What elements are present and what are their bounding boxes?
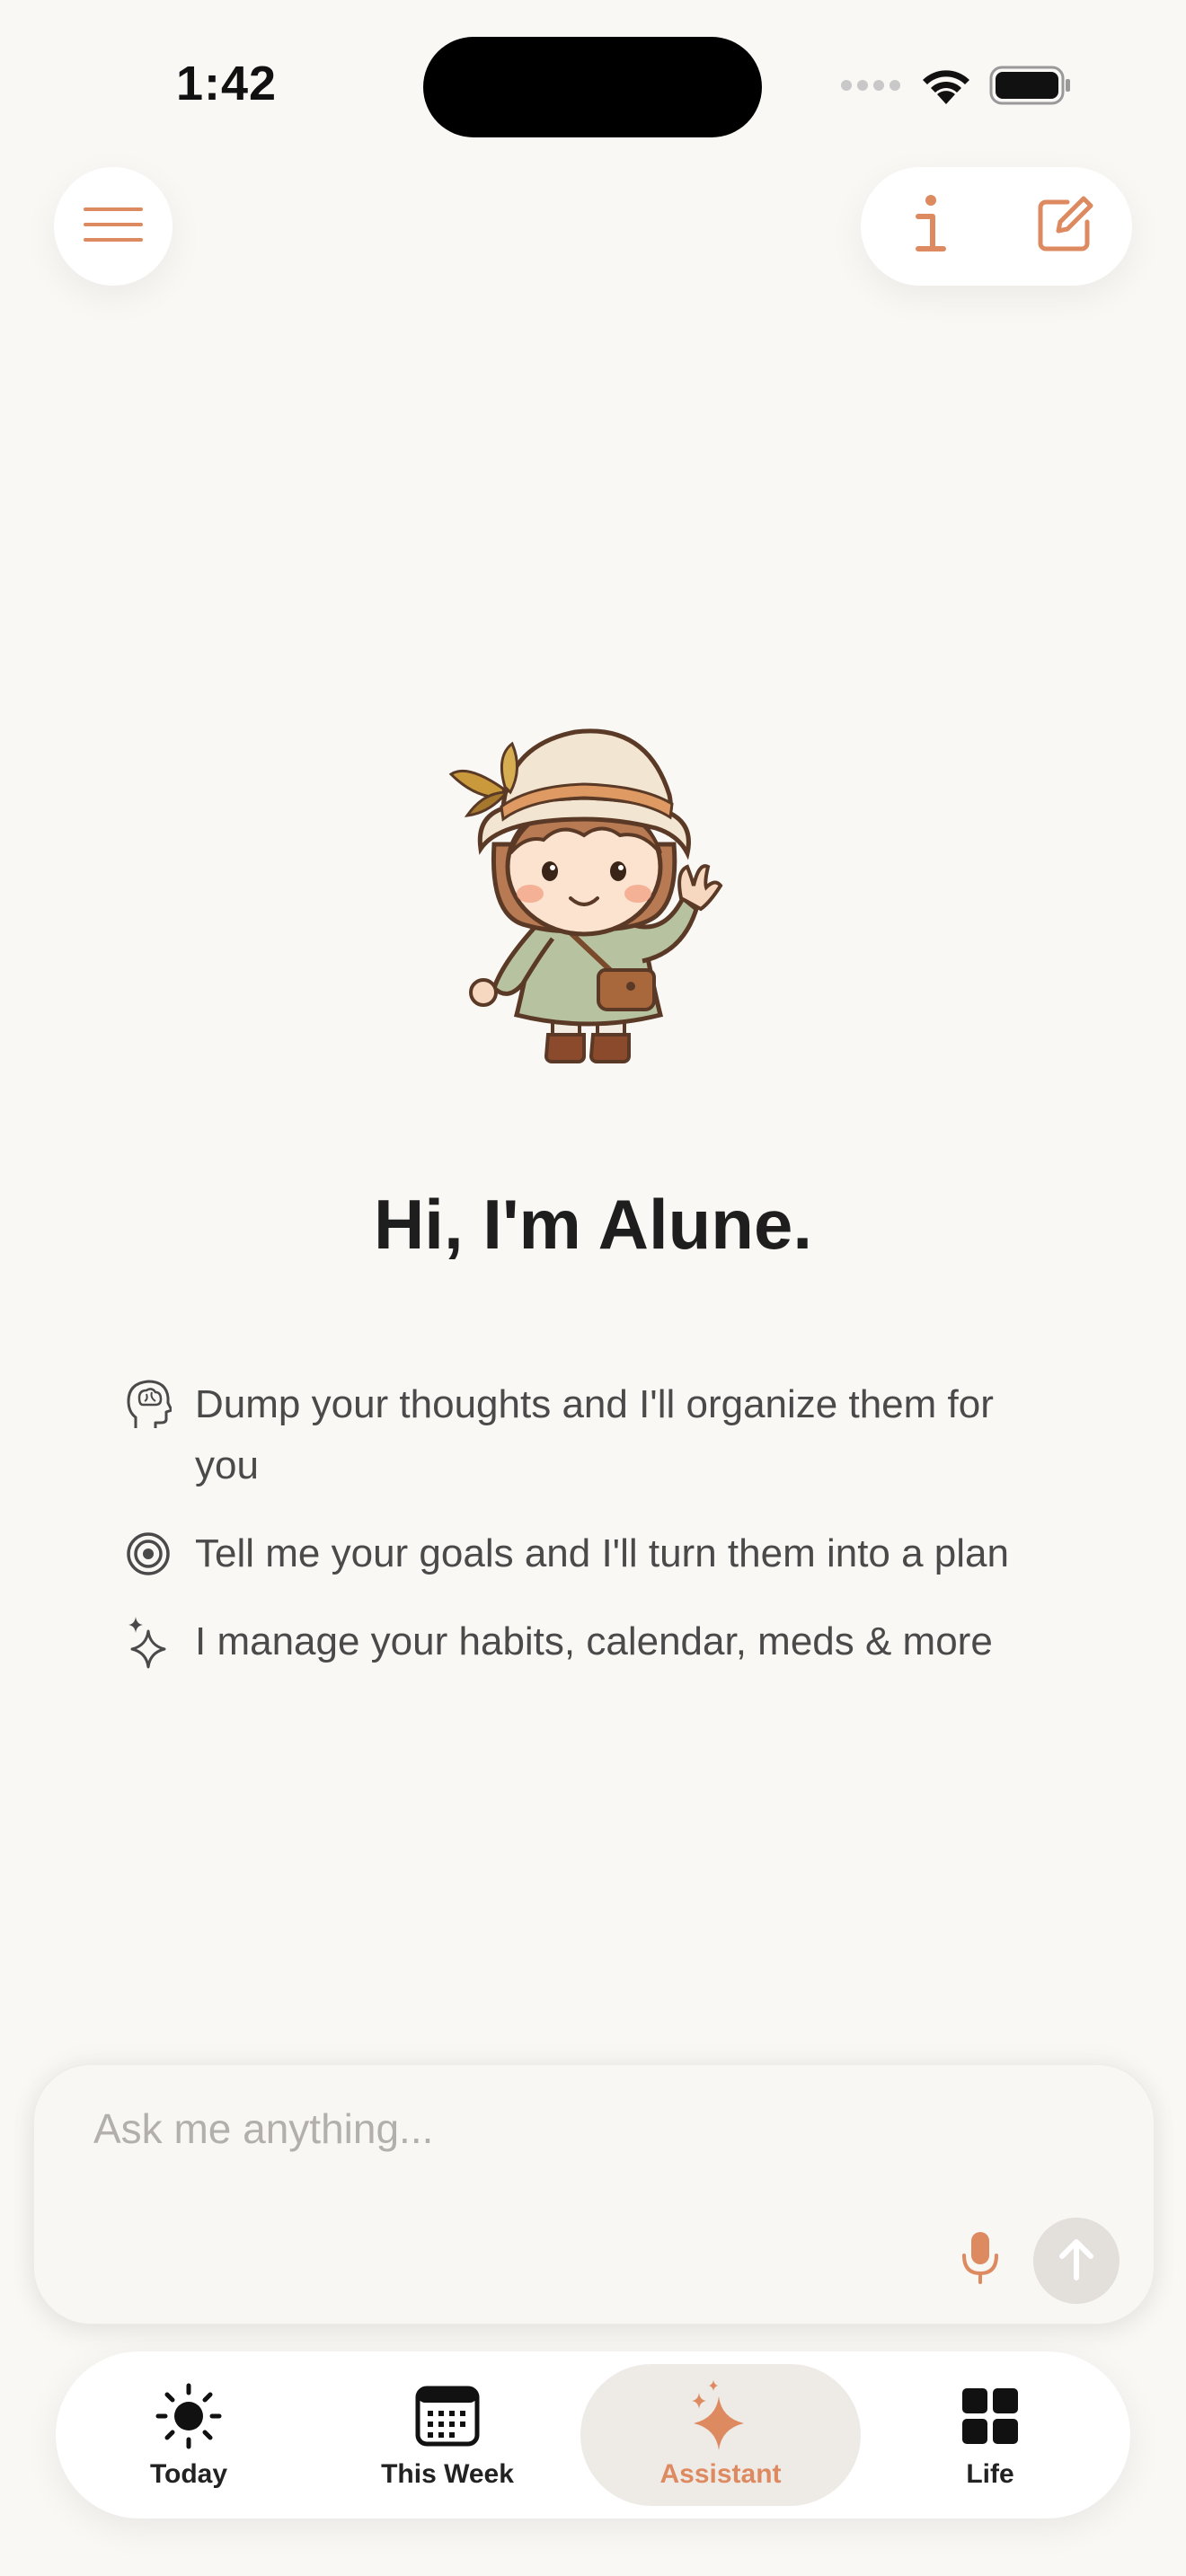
arrow-up-icon	[1057, 2236, 1096, 2286]
microphone-icon	[960, 2230, 1000, 2290]
tab-today[interactable]: Today	[90, 2364, 288, 2506]
microphone-button[interactable]	[949, 2228, 1012, 2291]
tab-this-week[interactable]: This Week	[349, 2364, 546, 2506]
feature-text: I manage your habits, calendar, meds & m…	[195, 1619, 993, 1663]
feature-list: Dump your thoughts and I'll organize the…	[121, 1374, 1092, 1699]
sun-icon	[153, 2380, 225, 2452]
menu-button[interactable]	[54, 167, 173, 286]
tab-label: This Week	[381, 2459, 514, 2489]
wifi-icon	[919, 65, 973, 110]
chat-input[interactable]: Ask me anything...	[93, 2104, 433, 2153]
compose-icon	[1033, 193, 1096, 260]
feature-text: Tell me your goals and I'll turn them in…	[195, 1531, 1009, 1575]
tab-label: Assistant	[659, 2459, 782, 2489]
status-bar: 1:42	[0, 0, 1186, 171]
cellular-signal-icon	[840, 79, 903, 96]
tab-label: Life	[966, 2459, 1014, 2489]
tab-assistant[interactable]: Assistant	[580, 2364, 861, 2506]
feature-item: Tell me your goals and I'll turn them in…	[121, 1523, 1092, 1584]
tab-life[interactable]: Life	[909, 2364, 1071, 2506]
hamburger-menu-icon	[83, 205, 144, 249]
target-icon	[121, 1523, 175, 1584]
brain-head-icon	[121, 1374, 175, 1435]
sparkles-icon	[121, 1611, 175, 1672]
feature-item: Dump your thoughts and I'll organize the…	[121, 1374, 1092, 1496]
tab-label: Today	[149, 2459, 228, 2489]
dynamic-island	[423, 37, 762, 137]
feature-text: Dump your thoughts and I'll organize the…	[195, 1382, 994, 1487]
compose-button[interactable]	[1024, 186, 1105, 267]
chat-input-card[interactable]: Ask me anything...	[33, 2064, 1155, 2325]
info-icon	[911, 193, 947, 260]
tab-bar: Today This Week Assistant Life	[56, 2351, 1130, 2519]
sparkle-icon	[685, 2380, 757, 2452]
top-actions	[861, 167, 1132, 286]
calendar-icon	[412, 2380, 483, 2452]
greeting-title: Hi, I'm Alune.	[373, 1185, 813, 1264]
status-icons	[840, 63, 1072, 111]
feature-item: I manage your habits, calendar, meds & m…	[121, 1611, 1092, 1672]
status-time: 1:42	[176, 57, 278, 110]
grid-icon	[954, 2380, 1026, 2452]
mascot-illustration	[440, 710, 746, 1087]
send-button[interactable]	[1033, 2218, 1120, 2304]
battery-icon	[989, 65, 1072, 110]
info-button[interactable]	[889, 186, 969, 267]
